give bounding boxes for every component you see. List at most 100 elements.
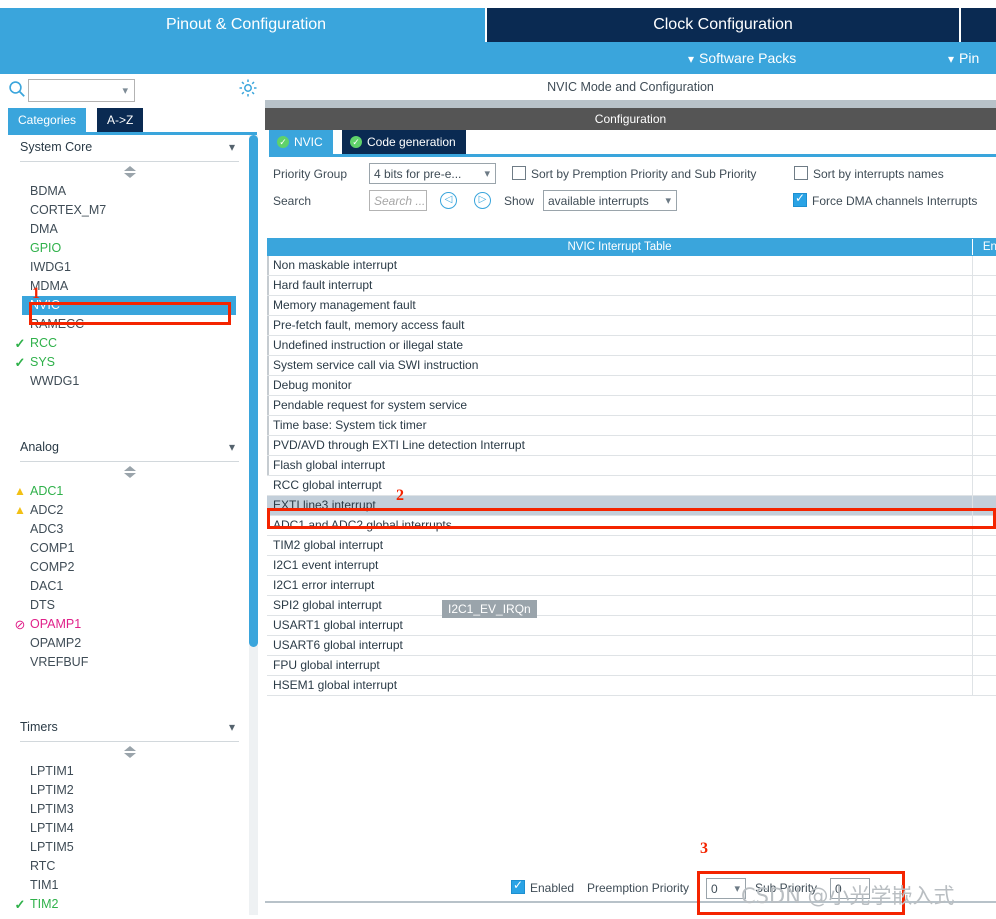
sidebar-item-iwdg1[interactable]: IWDG1 <box>30 258 71 277</box>
sidebar-scrollbar-thumb[interactable] <box>249 135 258 647</box>
table-row[interactable]: EXTI line3 interrupt00 <box>267 496 996 516</box>
sidebar-item-cortex_m7[interactable]: CORTEX_M7 <box>30 201 106 220</box>
sidebar-search-input[interactable]: ▾ <box>28 79 135 102</box>
interrupt-name-cell: Pre-fetch fault, memory access fault <box>273 318 465 332</box>
table-row[interactable]: Flash global interrupt00 <box>267 456 996 476</box>
sidebar-item-label: BDMA <box>30 184 67 198</box>
sidebar-item-bdma[interactable]: BDMA <box>30 182 66 201</box>
interrupt-name-cell: Pendable request for system service <box>273 398 468 412</box>
sidebar-group-title: Timers <box>20 720 58 734</box>
table-row[interactable]: Pendable request for system service00 <box>267 396 996 416</box>
table-row[interactable]: Memory management fault00 <box>267 296 996 316</box>
sidebar-item-label: CORTEX_M7 <box>30 203 107 217</box>
gear-icon[interactable] <box>238 78 258 98</box>
sort-by-premption-checkbox[interactable] <box>512 166 526 180</box>
show-select[interactable]: available interrupts ▾ <box>543 190 677 211</box>
sidebar-item-comp2[interactable]: COMP2 <box>30 558 74 577</box>
table-row[interactable]: Undefined instruction or illegal state00 <box>267 336 996 356</box>
sidebar-item-label: RTC <box>30 859 56 873</box>
caret-down-icon[interactable] <box>124 473 136 478</box>
sidebar-item-nvic[interactable]: NVIC <box>22 296 236 315</box>
search-input[interactable]: Search ... <box>369 190 427 211</box>
annotation-number-3: 3 <box>700 840 708 857</box>
chevron-right-circle-icon[interactable]: ▷ <box>474 192 491 209</box>
priority-group-select[interactable]: 4 bits for pre-e... ▾ <box>369 163 496 184</box>
table-row[interactable]: Pre-fetch fault, memory access fault00 <box>267 316 996 336</box>
sidebar-item-sys[interactable]: ✓ SYS <box>15 353 56 372</box>
table-row[interactable]: RCC global interrupt00 <box>267 476 996 496</box>
tab-clock-configuration[interactable]: Clock Configuration <box>485 8 961 42</box>
table-row[interactable]: System service call via SWI instruction0… <box>267 356 996 376</box>
sidebar-item-wwdg1[interactable]: WWDG1 <box>30 372 79 391</box>
sidebar-item-gpio[interactable]: GPIO <box>30 239 61 258</box>
chevron-down-icon: ▾ <box>734 883 740 895</box>
sidebar-group-title: Analog <box>20 440 59 454</box>
sidebar-item-adc3[interactable]: ADC3 <box>30 520 63 539</box>
preemption-priority-select[interactable]: 0 ▾ <box>706 878 746 899</box>
sidebar-item-label: DMA <box>30 222 58 236</box>
sidebar-tab-categories[interactable]: Categories <box>8 108 87 132</box>
sidebar-item-dma[interactable]: DMA <box>30 220 58 239</box>
caret-down-icon[interactable] <box>124 173 136 178</box>
caret-up-icon[interactable] <box>124 746 136 751</box>
sidebar-item-tim2[interactable]: ✓ TIM2 <box>15 895 59 914</box>
table-row[interactable]: USART1 global interrupt20 <box>267 616 996 636</box>
sidebar-item-lptim2[interactable]: LPTIM2 <box>30 781 74 800</box>
sidebar-tab-az[interactable]: A->Z <box>97 108 144 132</box>
sidebar-group-header-timers[interactable]: Timers ▾ <box>14 716 239 742</box>
caret-down-icon[interactable] <box>124 753 136 758</box>
table-row[interactable]: Debug monitor00 <box>267 376 996 396</box>
sidebar-group-spinner[interactable] <box>124 466 138 480</box>
table-row[interactable]: Time base: System tick timer150 <box>267 416 996 436</box>
menu-pinout[interactable]: ▾ Pin <box>948 42 979 74</box>
tab-nvic[interactable]: ✓ NVIC <box>269 130 333 154</box>
caret-up-icon[interactable] <box>124 466 136 471</box>
sidebar-item-tim1[interactable]: TIM1 <box>30 876 58 895</box>
sidebar-item-dac1[interactable]: DAC1 <box>30 577 63 596</box>
table-row[interactable]: I2C1 error interrupt00 <box>267 576 996 596</box>
sidebar-item-lptim3[interactable]: LPTIM3 <box>30 800 74 819</box>
sidebar-group-spinner[interactable] <box>124 746 138 760</box>
table-row[interactable]: TIM2 global interrupt00 <box>267 536 996 556</box>
interrupt-name-cell: USART6 global interrupt <box>273 638 403 652</box>
table-row[interactable]: ADC1 and ADC2 global interrupts00 <box>267 516 996 536</box>
sidebar-item-vrefbuf[interactable]: VREFBUF <box>30 653 88 672</box>
sidebar-item-rtc[interactable]: RTC <box>30 857 55 876</box>
chevron-left-circle-icon[interactable]: ◁ <box>440 192 457 209</box>
table-row[interactable]: HSEM1 global interrupt00 <box>267 676 996 696</box>
sidebar-item-lptim5[interactable]: LPTIM5 <box>30 838 74 857</box>
sidebar-item-comp1[interactable]: COMP1 <box>30 539 74 558</box>
sidebar-item-lptim4[interactable]: LPTIM4 <box>30 819 74 838</box>
sidebar-item-opamp1[interactable]: ⊘ OPAMP1 <box>15 615 82 634</box>
sidebar-item-adc1[interactable]: ▲ ADC1 <box>14 482 63 501</box>
sidebar-item-lptim1[interactable]: LPTIM1 <box>30 762 74 781</box>
table-row[interactable]: USART6 global interrupt10 <box>267 636 996 656</box>
interrupt-name-cell: Memory management fault <box>273 298 416 312</box>
sidebar-item-label: SYS <box>30 355 56 369</box>
tab-pinout-configuration[interactable]: Pinout & Configuration <box>8 8 484 42</box>
caret-up-icon[interactable] <box>124 166 136 171</box>
force-dma-checkbox[interactable] <box>793 191 807 207</box>
sidebar-item-dts[interactable]: DTS <box>30 596 55 615</box>
table-row[interactable]: FPU global interrupt00 <box>267 656 996 676</box>
column-header-enabled[interactable]: Enabled <box>973 238 996 256</box>
sort-by-names-checkbox[interactable] <box>794 166 808 180</box>
menu-software-packs[interactable]: ▾ Software Packs <box>688 42 796 74</box>
sidebar-item-rcc[interactable]: ✓ RCC <box>15 334 58 353</box>
table-row[interactable]: I2C1 event interrupt00 <box>267 556 996 576</box>
column-header-interrupt[interactable]: NVIC Interrupt Table <box>267 238 972 256</box>
table-row[interactable]: SPI2 global interrupt00 <box>267 596 996 616</box>
table-row[interactable]: PVD/AVD through EXTI Line detection Inte… <box>267 436 996 456</box>
table-row[interactable]: Non maskable interrupt00 <box>267 256 996 276</box>
table-row[interactable]: Hard fault interrupt00 <box>267 276 996 296</box>
sidebar-group-header-analog[interactable]: Analog ▾ <box>14 436 239 462</box>
sidebar-item-adc2[interactable]: ▲ ADC2 <box>14 501 63 520</box>
sidebar-group-header-system_core[interactable]: System Core ▾ <box>14 136 239 162</box>
sidebar-item-ramecc[interactable]: RAMECC <box>30 315 84 334</box>
enabled-checkbox[interactable] <box>511 878 525 894</box>
sidebar-group-spinner[interactable] <box>124 166 138 180</box>
sidebar-item-opamp2[interactable]: OPAMP2 <box>30 634 81 653</box>
table-header-row: NVIC Interrupt Table Enabled Preemption … <box>267 238 996 256</box>
tab-third[interactable] <box>961 8 996 42</box>
tab-code-generation[interactable]: ✓ Code generation <box>342 130 466 154</box>
